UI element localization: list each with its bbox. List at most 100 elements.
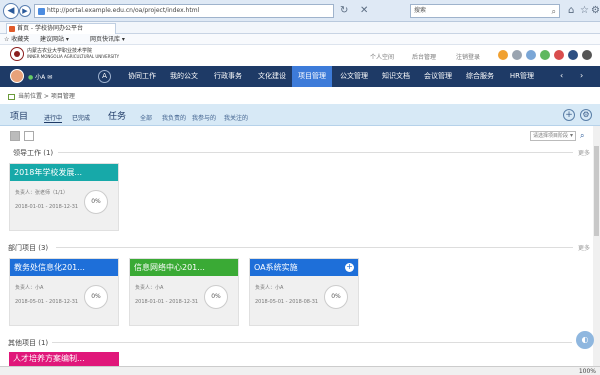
theme-navy-icon[interactable] (568, 50, 578, 60)
project-card-title[interactable]: 教务处信息化201... (10, 259, 118, 276)
nav-item-projects[interactable]: 项目管理 (292, 66, 332, 87)
scrollbar-thumb[interactable] (594, 146, 599, 236)
back-icon[interactable]: ◀ (3, 3, 19, 19)
home-icon[interactable] (8, 93, 15, 100)
plus-icon[interactable]: + (345, 263, 354, 272)
nav-prev-icon[interactable]: ‹ (560, 71, 563, 80)
grid-view-icon[interactable] (10, 131, 20, 141)
zoom-level[interactable]: 100% (579, 367, 596, 375)
search-icon[interactable]: ⌕ (552, 6, 556, 18)
chat-float-button[interactable]: ◐ (576, 331, 594, 349)
school-logo: 内蒙古农业大学职业技术学院 INNER MONGOLIA AGRICULTURA… (10, 47, 119, 63)
tab-in-progress[interactable]: 进行中 (44, 113, 63, 123)
browser-tab[interactable]: 首页 - 学校协同办公平台 (6, 23, 116, 34)
school-name-en: INNER MONGOLIA AGRICULTURAL UNIVERSITY (27, 54, 120, 59)
section-title-other: 其他项目 (1) (8, 339, 49, 347)
theme-red-icon[interactable] (554, 50, 564, 60)
project-label: 项目 (10, 112, 29, 122)
add-project-icon[interactable]: + (563, 109, 575, 121)
project-card[interactable]: OA系统实施 + 负责人：小A 2018-05-01 - 2018-08-31 … (249, 258, 359, 326)
project-card[interactable]: 人才培养方案编制... (9, 352, 119, 366)
personal-space-link[interactable]: 个人空间 (370, 52, 394, 61)
page-scrollbar[interactable] (593, 126, 600, 366)
theme-green-icon[interactable] (540, 50, 550, 60)
task-tab-followed[interactable]: 我关注的 (224, 113, 248, 122)
school-seal-icon (10, 47, 24, 61)
favorites-bar: ☆ 收藏夹 建议网站 ▾ 网页快讯库 ▾ (0, 34, 600, 45)
project-card[interactable]: 2018年学校发展... 负责人：张老师（1/1） 2018-01-01 - 2… (9, 163, 119, 231)
tab-completed[interactable]: 已完成 (72, 113, 90, 122)
home-icon[interactable]: ⌂ (568, 5, 574, 16)
logout-link[interactable]: 注销登录 (456, 52, 480, 61)
project-card-dates: 2018-05-01 - 2018-08-31 (255, 299, 319, 305)
tab-title: 首页 - 学校协同办公平台 (17, 25, 83, 32)
stage-select[interactable]: 请选择项目阶段 ▾ (530, 131, 576, 141)
nav-item-meetings[interactable]: 会议管理 (418, 66, 458, 87)
section-more-link[interactable]: 更多 (578, 148, 590, 157)
theme-blue-icon[interactable] (526, 50, 536, 60)
nav-item-collab[interactable]: 协同工作 (122, 66, 162, 87)
breadcrumb: 当前位置 > 项目管理 (8, 91, 75, 100)
nav-item-hr[interactable]: HR管理 (502, 66, 542, 87)
nav-item-knowledge[interactable]: 知识文档 (376, 66, 416, 87)
nav-item-my-docs[interactable]: 我的公文 (164, 66, 204, 87)
project-card-dates: 2018-05-01 - 2018-12-31 (15, 299, 79, 305)
user-name[interactable]: ● 小A ✉ (28, 72, 52, 81)
project-card-title[interactable]: 2018年学校发展... (10, 164, 118, 181)
url-input[interactable]: http://portal.example.edu.cn/oa/project/… (34, 4, 334, 18)
section-divider (52, 342, 572, 343)
browser-tab-bar: 首页 - 学校协同办公平台 (0, 22, 600, 34)
project-card[interactable]: 信息网络中心201... 负责人：小A 2018-01-01 - 2018-12… (129, 258, 239, 326)
nav-item-culture[interactable]: 文化建设 (252, 66, 292, 87)
project-card-header[interactable]: OA系统实施 + (250, 259, 358, 276)
page-favicon-icon (38, 8, 45, 15)
admin-link[interactable]: 后台管理 (412, 52, 436, 61)
suggested-sites-link[interactable]: 建议网站 ▾ (40, 35, 69, 44)
section-more-link[interactable]: 更多 (578, 243, 590, 252)
stop-icon[interactable]: ✕ (360, 5, 368, 16)
breadcrumb-text: 当前位置 > 项目管理 (18, 93, 75, 100)
search-icon[interactable]: ⌕ (580, 131, 584, 141)
theme-orange-icon[interactable] (498, 50, 508, 60)
task-tab-mine[interactable]: 我负责的 (162, 113, 186, 122)
stage-select-value: 请选择项目阶段 (533, 133, 569, 139)
project-card-title[interactable]: 信息网络中心201... (130, 259, 238, 276)
project-card-title[interactable]: OA系统实施 (254, 263, 298, 272)
list-view-icon[interactable] (24, 131, 34, 141)
project-card-dates: 2018-01-01 - 2018-12-31 (15, 204, 79, 210)
refresh-icon[interactable]: ↻ (340, 5, 348, 16)
favorites-star-icon[interactable]: ☆ (580, 5, 589, 16)
theme-dark-icon[interactable] (582, 50, 592, 60)
section-divider (56, 247, 573, 248)
chevron-down-icon: ▾ (569, 132, 573, 139)
project-card[interactable]: 教务处信息化201... 负责人：小A 2018-05-01 - 2018-12… (9, 258, 119, 326)
task-tab-all[interactable]: 全部 (140, 113, 152, 122)
browser-search-input[interactable]: 搜索 ⌕ (410, 4, 560, 18)
tab-favicon-icon (9, 26, 15, 32)
nav-item-admin-affairs[interactable]: 行政事务 (206, 66, 250, 87)
project-card-progress: 0% (324, 285, 348, 309)
project-card-owner: 负责人：张老师（1/1） (15, 190, 69, 196)
nav-next-icon[interactable]: › (580, 71, 583, 80)
nav-item-services[interactable]: 综合服务 (460, 66, 500, 87)
nav-item-doc-mgmt[interactable]: 公文管理 (334, 66, 374, 87)
project-card-progress: 0% (84, 285, 108, 309)
avatar[interactable] (10, 69, 24, 83)
favorites-button[interactable]: ☆ 收藏夹 (4, 35, 29, 44)
theme-gray-icon[interactable] (512, 50, 522, 60)
project-card-title[interactable]: 人才培养方案编制... (9, 352, 119, 366)
task-tab-joined[interactable]: 我参与的 (192, 113, 216, 122)
font-size-button[interactable]: A (98, 70, 111, 83)
search-placeholder: 搜索 (414, 7, 427, 14)
section-title-dept: 部门项目 (3) (8, 244, 49, 252)
section-title-leader: 领导工作 (1) (13, 149, 54, 157)
app-header: 内蒙古农业大学职业技术学院 INNER MONGOLIA AGRICULTURA… (0, 45, 600, 65)
web-slice-link[interactable]: 网页快讯库 ▾ (90, 35, 125, 44)
settings-icon[interactable]: ⚙ (580, 109, 592, 121)
project-card-owner: 负责人：小A (255, 285, 284, 291)
gear-icon[interactable]: ⚙ (591, 5, 600, 16)
main-nav: ● 小A ✉ A 协同工作 我的公文 行政事务 文化建设 项目管理 公文管理 知… (0, 66, 600, 87)
forward-icon[interactable]: ▶ (19, 5, 31, 17)
project-card-dates: 2018-01-01 - 2018-12-31 (135, 299, 199, 305)
section-divider (58, 152, 573, 153)
